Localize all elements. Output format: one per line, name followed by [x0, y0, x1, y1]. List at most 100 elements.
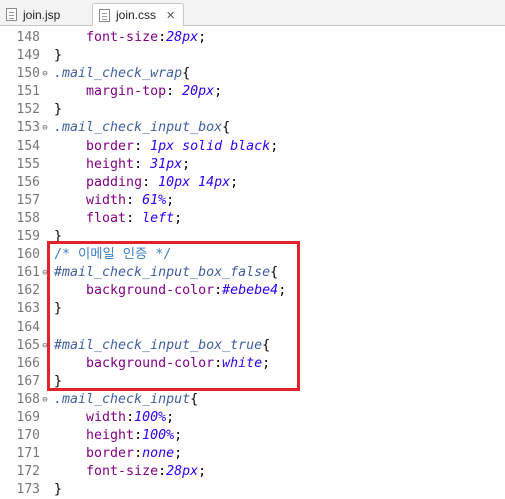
code-line[interactable]: 154 border: 1px solid black;: [0, 138, 505, 156]
punctuation: }: [54, 229, 63, 245]
code-text: #mail_check_input_box_true{: [54, 337, 270, 355]
punctuation: :: [214, 355, 223, 371]
code-line[interactable]: 152}: [0, 101, 505, 119]
line-number: 155: [16, 156, 40, 172]
code-text: }: [54, 481, 62, 499]
fold-toggle-icon[interactable]: ⊖: [40, 391, 50, 409]
punctuation: ;: [230, 174, 239, 190]
punctuation: ;: [270, 138, 279, 154]
code-line[interactable]: 159}: [0, 228, 505, 246]
tab-join-jsp[interactable]: join.jsp: [6, 3, 82, 26]
code-line[interactable]: 173}: [0, 481, 505, 499]
punctuation: {: [182, 66, 191, 82]
punctuation: ;: [214, 84, 223, 100]
code-line[interactable]: 170 height:100%;: [0, 427, 505, 445]
line-number: 167: [16, 373, 40, 389]
code-line[interactable]: 166 background-color:white;: [0, 355, 505, 373]
css-value: #ebebe4: [222, 283, 279, 299]
css-value: left: [142, 210, 175, 226]
code-line[interactable]: 150 ⊖ .mail_check_wrap{: [0, 65, 505, 83]
line-number: 148: [16, 30, 40, 45]
code-line[interactable]: 149}: [0, 47, 505, 65]
css-property: background-color: [86, 355, 215, 371]
css-comment: /* 이메일 인증 */: [54, 247, 172, 263]
tab-label: join.jsp: [23, 7, 61, 22]
code-line[interactable]: 165 ⊖ #mail_check_input_box_true{: [0, 337, 505, 355]
code-line[interactable]: 169 width:100%;: [0, 409, 505, 427]
css-property: margin-top: [86, 84, 167, 100]
fold-toggle-icon[interactable]: ⊖: [40, 264, 50, 282]
code-text: .mail_check_input_box{: [54, 119, 230, 137]
code-line[interactable]: 168 ⊖ .mail_check_input{: [0, 391, 505, 409]
fold-toggle-icon[interactable]: ⊖: [40, 65, 50, 83]
code-line[interactable]: 158 float: left;: [0, 210, 505, 228]
code-line[interactable]: 156 padding: 10px 14px;: [0, 174, 505, 192]
line-number: 170: [16, 428, 40, 444]
code-line[interactable]: 148 font-size:28px;: [0, 29, 505, 47]
code-line[interactable]: 167}: [0, 373, 505, 391]
code-line[interactable]: 161 ⊖ #mail_check_input_box_false{: [0, 264, 505, 282]
punctuation: :: [134, 428, 143, 444]
code-text: .mail_check_wrap{: [54, 65, 190, 83]
code-text: }: [54, 101, 62, 119]
line-number: 162: [16, 283, 40, 299]
css-selector: .mail_check_input: [54, 391, 191, 407]
code-text: background-color:white;: [54, 355, 270, 373]
code-text: padding: 10px 14px;: [54, 174, 238, 192]
code-line[interactable]: 153 ⊖ .mail_check_input_box{: [0, 119, 505, 137]
css-selector: #mail_check_input_box_false: [54, 265, 271, 281]
code-line[interactable]: 172 font-size:28px;: [0, 463, 505, 481]
css-value: 20px: [182, 84, 215, 100]
line-number: 152: [16, 102, 40, 118]
fold-toggle-icon[interactable]: ⊖: [40, 337, 50, 355]
code-text: width:100%;: [54, 409, 174, 427]
line-number: 165: [16, 337, 40, 353]
code-text: font-size:28px;: [54, 29, 206, 47]
tab-label: join.css: [116, 8, 157, 22]
css-value: 100%: [142, 428, 175, 444]
code-text: }: [54, 228, 62, 246]
line-number: 168: [16, 391, 40, 407]
code-line[interactable]: 155 height: 31px;: [0, 156, 505, 174]
punctuation: :: [126, 409, 135, 425]
fold-toggle-icon[interactable]: ⊖: [40, 119, 50, 137]
code-line[interactable]: 151 margin-top: 20px;: [0, 83, 505, 101]
punctuation: ;: [278, 283, 287, 299]
css-value: 100%: [134, 409, 167, 425]
punctuation: {: [222, 120, 231, 136]
line-number: 166: [16, 355, 40, 371]
punctuation: :: [134, 446, 143, 462]
line-number: 149: [16, 48, 40, 64]
punctuation: ;: [198, 464, 207, 480]
code-text: background-color:#ebebe4;: [54, 282, 286, 300]
code-line[interactable]: 171 border:none;: [0, 445, 505, 463]
code-line[interactable]: 162 background-color:#ebebe4;: [0, 282, 505, 300]
editor-tab-bar: join.jsp join.css ✕: [0, 0, 505, 26]
code-line[interactable]: 164: [0, 319, 505, 337]
tab-join-css[interactable]: join.css ✕: [92, 3, 184, 26]
code-line[interactable]: 163}: [0, 300, 505, 318]
line-number: 160: [16, 247, 40, 263]
code-text: border:none;: [54, 445, 182, 463]
line-number: 172: [16, 464, 40, 480]
punctuation: :: [158, 464, 167, 480]
code-line[interactable]: 160 /* 이메일 인증 */: [0, 246, 505, 264]
line-number: 159: [16, 229, 40, 245]
code-text: margin-top: 20px;: [54, 83, 222, 101]
code-editor[interactable]: 148 font-size:28px; 149} 150 ⊖ .mail_check_w…: [0, 29, 505, 499]
code-text: .mail_check_input{: [54, 391, 198, 409]
css-value: 1px solid black: [150, 138, 271, 154]
css-property: height: [86, 428, 135, 444]
code-text: #mail_check_input_box_false{: [54, 264, 278, 282]
close-icon[interactable]: ✕: [166, 9, 175, 22]
punctuation: ;: [166, 409, 175, 425]
css-value: 10px 14px: [158, 174, 231, 190]
code-line[interactable]: 157 width: 61%;: [0, 192, 505, 210]
css-file-icon: [99, 8, 110, 22]
punctuation: ;: [174, 446, 183, 462]
